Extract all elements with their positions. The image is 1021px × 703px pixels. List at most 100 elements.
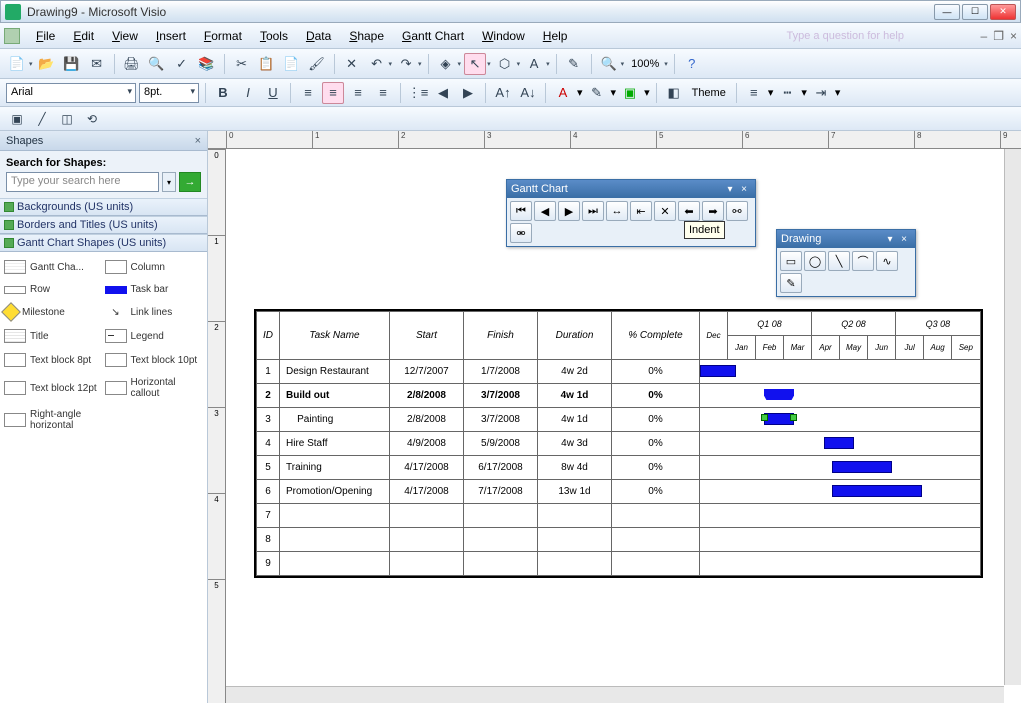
maximize-button[interactable]: ☐ — [962, 4, 988, 20]
gantt-complete-cell[interactable]: 0% — [612, 408, 700, 432]
line-ends-button[interactable]: ⇥ — [810, 82, 832, 104]
gantt-column-header[interactable]: Task Name — [280, 312, 390, 360]
gantt-row[interactable]: 6Promotion/Opening4/17/20087/17/200813w … — [257, 480, 981, 504]
drawing-canvas[interactable]: 0123456789 012345 Gantt Chart ▾ × ⏮ ◀ ▶ … — [208, 131, 1021, 703]
gantt-taskname-cell[interactable]: Training — [280, 456, 390, 480]
undo-button[interactable]: ↶ — [366, 53, 388, 75]
menu-window[interactable]: Window — [474, 26, 533, 46]
gantt-duration-cell[interactable]: 8w 4d — [538, 456, 612, 480]
gantt-row[interactable]: 7 — [257, 504, 981, 528]
menu-tools[interactable]: Tools — [252, 26, 296, 46]
gantt-complete-cell[interactable]: 0% — [612, 456, 700, 480]
align-right-button[interactable]: ≡ — [347, 82, 369, 104]
gantt-timeline-cell[interactable] — [700, 528, 981, 552]
document-icon[interactable] — [4, 28, 20, 44]
gantt-unlink-button[interactable]: ⚮ — [510, 223, 532, 243]
drawing-page[interactable]: Gantt Chart ▾ × ⏮ ◀ ▶ ⏭ ↔ ⇤ ✕ ⬅ ➡ ⚯ ⚮ — [246, 169, 1021, 703]
gantt-taskname-cell[interactable]: Painting — [280, 408, 390, 432]
drawing-toolbar-close-icon[interactable]: × — [897, 234, 911, 245]
gantt-start-cell[interactable]: 4/9/2008 — [390, 432, 464, 456]
gantt-id-cell[interactable]: 6 — [257, 480, 280, 504]
gantt-duration-cell[interactable] — [538, 552, 612, 576]
line-tool-button[interactable]: ╲ — [828, 251, 850, 271]
gantt-indent-button[interactable]: ➡ — [702, 201, 724, 221]
gantt-column-header[interactable]: ID — [257, 312, 280, 360]
shape-item[interactable]: Row — [4, 284, 103, 295]
gantt-complete-cell[interactable] — [612, 528, 700, 552]
stencil-item[interactable]: Borders and Titles (US units) — [0, 216, 207, 234]
new-dropdown[interactable]: ▾ — [29, 60, 33, 68]
line-pattern-button[interactable]: ┅ — [776, 82, 798, 104]
gantt-link-button[interactable]: ⚯ — [726, 201, 748, 221]
gantt-row[interactable]: 1Design Restaurant12/7/20071/7/20084w 2d… — [257, 360, 981, 384]
spelling-button[interactable]: ✓ — [171, 53, 193, 75]
gantt-prev-button[interactable]: ◀ — [534, 201, 556, 221]
gantt-toolbar-close-icon[interactable]: × — [737, 184, 751, 195]
gantt-complete-cell[interactable] — [612, 504, 700, 528]
gantt-row[interactable]: 4Hire Staff4/9/20085/9/20084w 3d0% — [257, 432, 981, 456]
fontsize-combo[interactable]: 8pt. — [139, 83, 199, 103]
drawing-toolbar-dropdown-icon[interactable]: ▾ — [883, 234, 897, 245]
gantt-timeline-cell[interactable] — [700, 504, 981, 528]
gantt-complete-cell[interactable]: 0% — [612, 360, 700, 384]
gantt-complete-cell[interactable] — [612, 552, 700, 576]
underline-button[interactable]: U — [262, 82, 284, 104]
resize-handle-icon[interactable] — [790, 414, 797, 421]
gantt-row[interactable]: 3 Painting2/8/20083/7/20084w 1d0% — [257, 408, 981, 432]
menu-gantt-chart[interactable]: Gantt Chart — [394, 26, 472, 46]
gantt-goto-button[interactable]: ↔ — [606, 201, 628, 221]
shape-item[interactable]: Link lines — [105, 305, 204, 319]
minimize-button[interactable]: — — [934, 4, 960, 20]
print-preview-button[interactable]: 🔍 — [146, 53, 168, 75]
gantt-complete-cell[interactable]: 0% — [612, 480, 700, 504]
delete-button[interactable]: ✕ — [341, 53, 363, 75]
bold-button[interactable]: B — [212, 82, 234, 104]
pencil-tool-button[interactable]: ✎ — [780, 273, 802, 293]
gantt-bar[interactable] — [832, 485, 922, 497]
gantt-start-cell[interactable]: 4/17/2008 — [390, 480, 464, 504]
gantt-timeline-cell[interactable] — [700, 384, 981, 408]
gantt-finish-cell[interactable] — [464, 528, 538, 552]
gantt-bar[interactable] — [764, 413, 794, 425]
gantt-duration-cell[interactable] — [538, 528, 612, 552]
gantt-column-header[interactable]: % Complete — [612, 312, 700, 360]
zoom-combo[interactable]: 100% — [627, 58, 663, 70]
gantt-duration-cell[interactable]: 4w 3d — [538, 432, 612, 456]
bullets-button[interactable]: ⋮≡ — [407, 82, 429, 104]
gantt-finish-cell[interactable]: 3/7/2008 — [464, 384, 538, 408]
freeform-tool-button[interactable]: ∿ — [876, 251, 898, 271]
menu-shape[interactable]: Shape — [341, 26, 392, 46]
gantt-duration-cell[interactable]: 4w 2d — [538, 360, 612, 384]
gantt-id-cell[interactable]: 7 — [257, 504, 280, 528]
gantt-timeline-cell[interactable] — [700, 552, 981, 576]
gantt-id-cell[interactable]: 9 — [257, 552, 280, 576]
gantt-id-cell[interactable]: 1 — [257, 360, 280, 384]
gantt-row[interactable]: 9 — [257, 552, 981, 576]
shape-item[interactable]: Milestone — [4, 305, 103, 319]
gantt-start-cell[interactable]: 2/8/2008 — [390, 408, 464, 432]
search-shapes-input[interactable]: Type your search here — [6, 172, 159, 192]
shape-item[interactable]: Text block 12pt — [4, 377, 103, 399]
font-color-button[interactable]: A — [552, 82, 574, 104]
gantt-delete-button[interactable]: ✕ — [654, 201, 676, 221]
decrease-fontsize-button[interactable]: A↓ — [517, 82, 539, 104]
fill-color-button[interactable]: ▣ — [619, 82, 641, 104]
gantt-start-cell[interactable]: 4/17/2008 — [390, 456, 464, 480]
gantt-timeline-cell[interactable] — [700, 456, 981, 480]
connector-tool-button[interactable]: ⬡ — [494, 53, 516, 75]
gantt-indent-left-button[interactable]: ⬅ — [678, 201, 700, 221]
mdi-minimize[interactable]: – — [981, 29, 988, 43]
line-color-button[interactable]: ✎ — [586, 82, 608, 104]
horizontal-scrollbar[interactable] — [226, 686, 1004, 703]
ink-button[interactable]: ✎ — [563, 53, 585, 75]
menu-format[interactable]: Format — [196, 26, 250, 46]
gantt-id-cell[interactable]: 8 — [257, 528, 280, 552]
mdi-close[interactable]: × — [1010, 29, 1017, 43]
help-button[interactable]: ? — [681, 53, 703, 75]
gantt-id-cell[interactable]: 3 — [257, 408, 280, 432]
close-button[interactable]: ✕ — [990, 4, 1016, 20]
shape-item[interactable]: Text block 10pt — [105, 353, 204, 367]
gantt-taskname-cell[interactable] — [280, 552, 390, 576]
font-combo[interactable]: Arial — [6, 83, 136, 103]
gantt-toolbar-dropdown-icon[interactable]: ▾ — [723, 184, 737, 195]
